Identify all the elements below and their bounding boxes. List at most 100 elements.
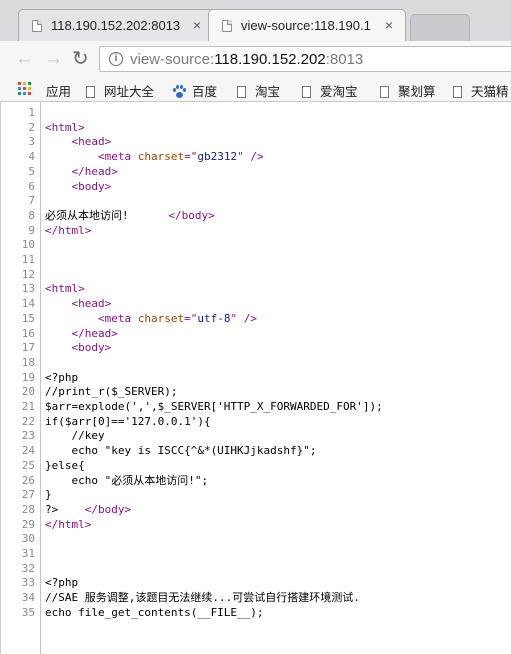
source-line: 5 </head> (1, 164, 511, 179)
source-line: 14 <head> (1, 296, 511, 311)
code-token: <?php (45, 370, 79, 384)
source-line: 18 (1, 355, 511, 370)
code-token: </html> (45, 517, 92, 531)
line-code: </head> (45, 326, 118, 341)
code-token: <?php (45, 576, 79, 590)
code-token: //print_r($_SERVER); (45, 385, 178, 399)
source-line: 8 必须从本地访问! </body> (1, 208, 511, 223)
info-icon[interactable]: i (109, 52, 123, 66)
line-number: 20 (21, 385, 35, 399)
bookmark-baidu[interactable]: 百度 (172, 81, 217, 100)
code-token: 必须从本地访问! (45, 208, 169, 222)
line-code: } (45, 487, 52, 502)
bookmark-juhuasuan[interactable]: 聚划算 (380, 81, 436, 100)
line-code: <html> (45, 281, 85, 296)
code-token: </head> (71, 164, 118, 178)
code-token: utf-8 (197, 311, 231, 325)
line-number: 5 (28, 164, 35, 178)
source-line: 3 <head> (1, 134, 511, 149)
bookmark-label: 天猫精 (471, 85, 509, 99)
url-port: :8013 (325, 51, 364, 68)
source-line: 28 ?> </body> (1, 502, 511, 517)
source-line: 30 (1, 531, 511, 546)
source-line: 32 (1, 561, 511, 576)
code-token: }else{ (45, 458, 85, 472)
line-code: <body> (45, 340, 112, 355)
code-token: echo "必须从本地访问!"; (45, 473, 209, 487)
line-number: 31 (21, 547, 35, 560)
line-number: 2 (28, 120, 35, 134)
browser-toolbar: ← → ↻ i view-source:118.190.152.202:8013 (0, 41, 511, 78)
line-code: //key (45, 428, 104, 443)
code-token: //SAE 服务调整,该题目无法继续...可尝试自行搭建环境测试. (45, 591, 360, 605)
code-token: <body> (71, 179, 112, 193)
line-number: 22 (21, 414, 35, 428)
new-tab-button[interactable] (410, 14, 470, 42)
close-icon[interactable]: × (385, 17, 393, 33)
line-number: 14 (21, 297, 35, 311)
line-code: <?php (45, 575, 78, 590)
code-token: if($arr[0]=='127.0.0.1'){ (45, 414, 211, 428)
line-number: 29 (21, 517, 35, 531)
baidu-paw-icon (172, 85, 186, 99)
source-line: 22 if($arr[0]=='127.0.0.1'){ (1, 414, 511, 429)
code-token: =" (184, 311, 198, 325)
source-line: 24 echo "key is ISCC{^&*(UIHKJjkadshf}"; (1, 443, 511, 458)
code-token: <body> (71, 341, 112, 355)
bookmark-taobao[interactable]: 淘宝 (237, 81, 280, 100)
bookmark-aitaobao[interactable]: 爱淘宝 (302, 81, 358, 100)
source-line: 20 //print_r($_SERVER); (1, 384, 511, 399)
code-token: " /> (230, 311, 257, 325)
code-token: charset (137, 311, 185, 325)
line-number: 33 (21, 576, 35, 590)
code-token: <head> (71, 135, 112, 149)
bookmark-wangzhi[interactable]: 网址大全 (86, 81, 154, 100)
line-code: </html> (45, 517, 91, 532)
code-token: <html> (45, 120, 85, 134)
bookmark-label: 百度 (192, 85, 218, 99)
line-number: 15 (21, 311, 35, 325)
code-token: =" (184, 150, 198, 164)
code-token: $arr=explode(',',$_SERVER['HTTP_X_FORWAR… (45, 400, 383, 413)
bookmark-label: 淘宝 (255, 85, 281, 99)
tab-strip: 118.190.152.202:8013 × view-source:118.1… (0, 0, 511, 42)
line-number: 1 (28, 106, 35, 119)
page-icon (453, 86, 462, 98)
tab-page[interactable]: 118.190.152.202:8013 × (18, 9, 214, 42)
line-code: ?> </body> (45, 502, 131, 517)
line-code: <meta charset="gb2312" /> (45, 149, 264, 164)
source-line: 6 <body> (1, 179, 511, 194)
line-code: //SAE 服务调整,该题目无法继续...可尝试自行搭建环境测试. (45, 590, 360, 605)
code-token: echo "key is ISCC{^&*(UIHKJjkadshf}"; (45, 444, 317, 458)
code-token: ?> (45, 502, 85, 516)
code-token: } (45, 488, 52, 502)
line-code: <?php (45, 370, 78, 385)
line-number: 28 (21, 502, 35, 516)
reload-icon[interactable]: ↻ (72, 49, 89, 69)
line-code: </head> (45, 164, 118, 179)
line-code: <head> (45, 296, 112, 311)
forward-arrow-icon[interactable]: → (44, 49, 63, 69)
bookmark-apps[interactable]: 应用 (46, 81, 71, 100)
address-bar[interactable]: i view-source:118.190.152.202:8013 (99, 46, 511, 72)
source-line: 27} (1, 487, 511, 502)
bookmark-label: 爱淘宝 (320, 85, 358, 99)
tab-view-source[interactable]: view-source:118.190.15 × (208, 9, 406, 42)
apps-icon[interactable] (18, 82, 32, 96)
source-line: 13 <html> (1, 281, 511, 296)
source-line: 7 (1, 193, 511, 208)
bookmark-tmall[interactable]: 天猫精 (453, 81, 509, 100)
source-line: 11 (1, 252, 511, 267)
source-line: 19 <?php (1, 370, 511, 385)
code-token: <head> (71, 297, 112, 311)
close-icon[interactable]: × (193, 17, 201, 33)
back-arrow-icon[interactable]: ← (15, 49, 34, 69)
source-line: 17 <body> (1, 340, 511, 355)
line-number: 35 (21, 605, 35, 619)
